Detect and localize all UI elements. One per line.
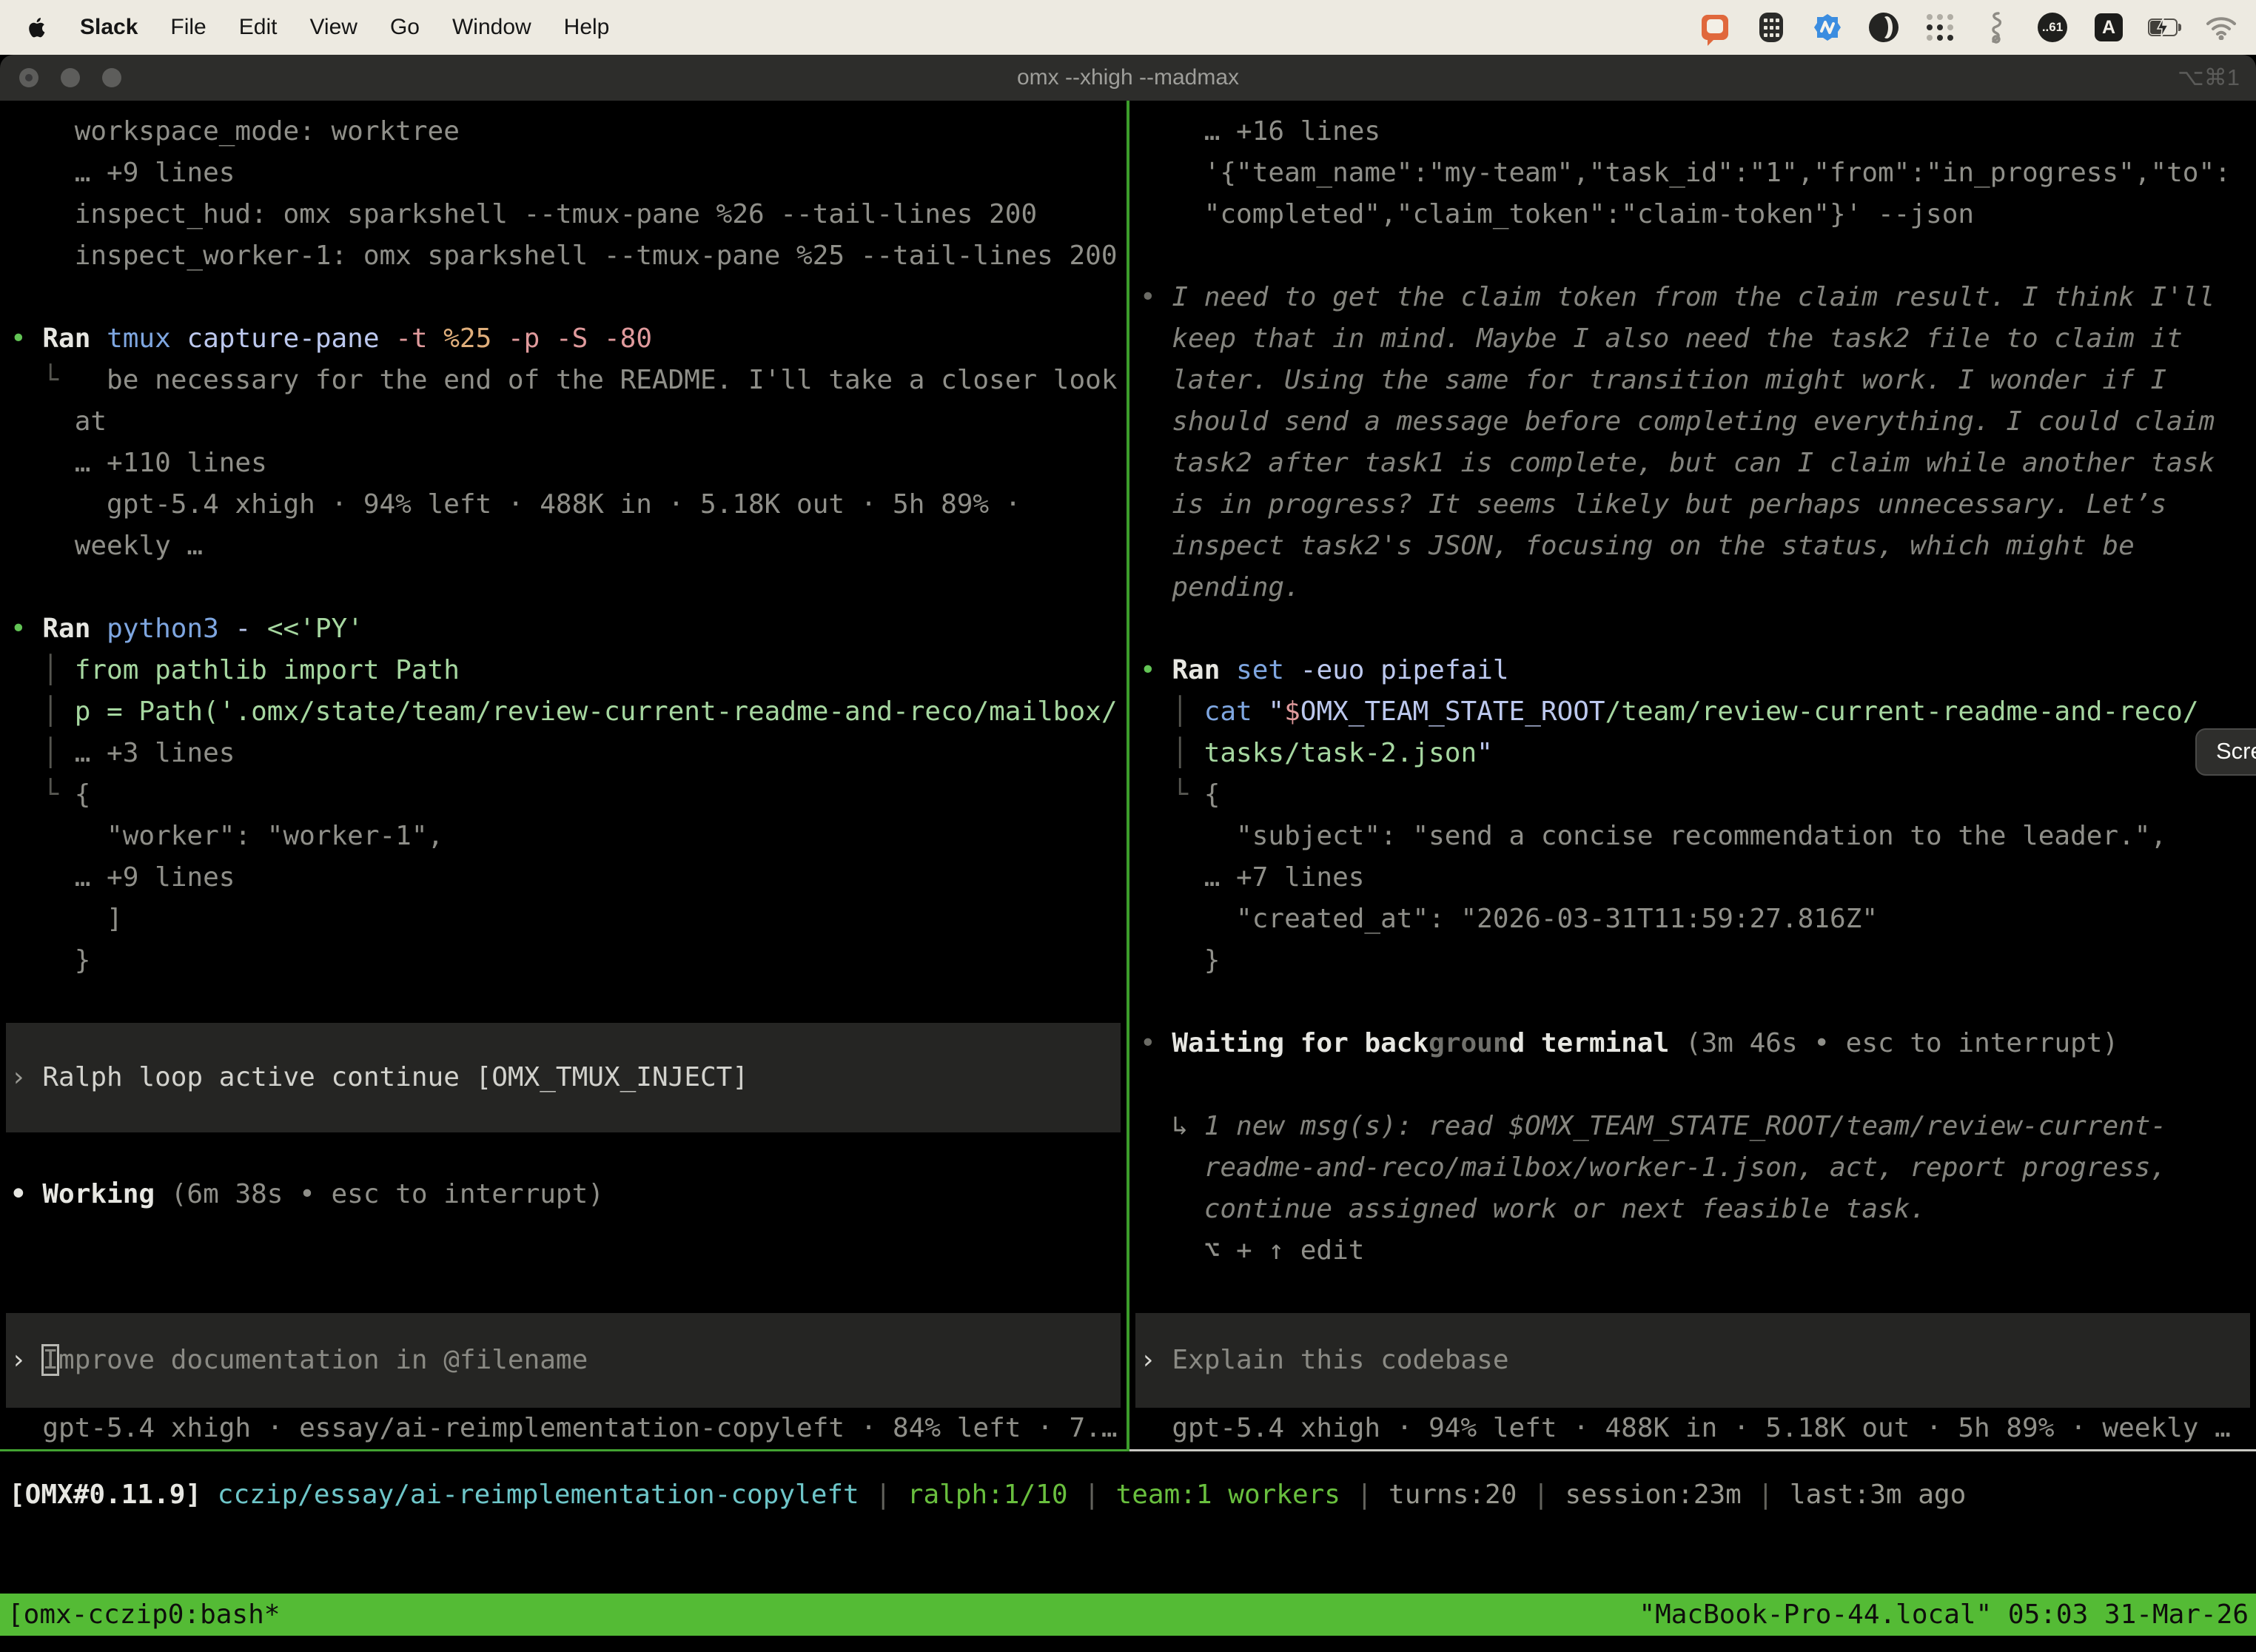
menu-item-window[interactable]: Window <box>452 15 531 40</box>
left-terminal-output: workspace_mode: worktree … +9 lines insp… <box>0 111 1127 1215</box>
terminal-row: "worker": "worker-1", <box>0 816 1127 857</box>
left-pane-status-line: gpt-5.4 xhigh · essay/ai-reimplementatio… <box>0 1408 1127 1449</box>
zoom-button[interactable] <box>102 68 121 87</box>
terminal-row: • Working (6m 38s • esc to interrupt) <box>0 1174 1127 1215</box>
wifi-icon[interactable] <box>2204 10 2238 45</box>
terminal-row: │ from pathlib import Path <box>0 650 1127 691</box>
a-square-icon[interactable]: A <box>2092 10 2126 45</box>
terminal-row: … +9 lines <box>0 857 1127 899</box>
a-square-label: A <box>2095 13 2123 41</box>
tmux-host-clock: "MacBook-Pro-44.local" 05:03 31-Mar-26 <box>1639 1594 2249 1636</box>
terminal-row <box>0 981 1127 1023</box>
right-prompt-input[interactable]: › Explain this codebase <box>1135 1313 2250 1408</box>
terminal-row: readme-and-reco/mailbox/worker-1.json, a… <box>1129 1147 2256 1189</box>
screenshot-chat-icon[interactable] <box>1698 10 1732 45</box>
terminal-row: └ { <box>1129 774 2256 816</box>
terminal-row: inspect_hud: omx sparkshell --tmux-pane … <box>0 194 1127 235</box>
terminal-row: └ { <box>0 774 1127 816</box>
left-prompt-input[interactable]: › Improve documentation in @filename <box>6 1313 1121 1408</box>
tmux-panes: workspace_mode: worktree … +9 lines insp… <box>0 101 2256 1451</box>
menu-item-view[interactable]: View <box>309 15 357 40</box>
terminal-row <box>0 567 1127 608</box>
terminal-row: "completed","claim_token":"claim-token"}… <box>1129 194 2256 235</box>
terminal-row: inspect task2's JSON, focusing on the st… <box>1129 526 2256 567</box>
dots-grid-icon[interactable] <box>1923 10 1957 45</box>
terminal-row <box>1129 608 2256 650</box>
menu-item-go[interactable]: Go <box>390 15 420 40</box>
tmux-session-name[interactable]: [omx-cczip0:bash* <box>7 1594 280 1636</box>
terminal-row: ↳ 1 new msg(s): read $OMX_TEAM_STATE_ROO… <box>1129 1106 2256 1147</box>
timer-badge-label: ..61 <box>2038 13 2067 42</box>
terminal-row: ⌥ + ↑ edit <box>1129 1230 2256 1272</box>
terminal-row: } <box>0 940 1127 981</box>
terminal-row: │ … +3 lines <box>0 733 1127 774</box>
terminal-row: continue assigned work or next feasible … <box>1129 1189 2256 1230</box>
terminal-row: task2 after task1 is complete, but can I… <box>1129 443 2256 484</box>
timer-badge-icon[interactable]: ..61 <box>2035 10 2069 45</box>
terminal-row <box>1129 235 2256 277</box>
terminal-row: } <box>1129 940 2256 981</box>
right-pane-status-line: gpt-5.4 xhigh · 94% left · 488K in · 5.1… <box>1129 1408 2256 1449</box>
terminal-row: • Ran set -euo pipefail <box>1129 650 2256 691</box>
terminal-row: gpt-5.4 xhigh · 94% left · 488K in · 5.1… <box>0 484 1127 526</box>
tmux-status-bar: [omx-cczip0:bash* "MacBook-Pro-44.local"… <box>0 1594 2256 1636</box>
terminal-row: │ tasks/task-2.json" <box>1129 733 2256 774</box>
terminal-row <box>1129 1064 2256 1106</box>
terminal-row: └ be necessary for the end of the README… <box>0 360 1127 401</box>
terminal-row: workspace_mode: worktree <box>0 111 1127 152</box>
menu-item-slack[interactable]: Slack <box>80 15 138 40</box>
terminal-window: omx --xhigh --madmax ⌥⌘1 workspace_mode:… <box>0 55 2256 1652</box>
terminal-row: │ cat "$OMX_TEAM_STATE_ROOT/team/review-… <box>1129 691 2256 733</box>
menu-item-edit[interactable]: Edit <box>239 15 278 40</box>
minimize-button[interactable] <box>61 68 80 87</box>
terminal-row: inspect_worker-1: omx sparkshell --tmux-… <box>0 235 1127 277</box>
blue-badge-icon[interactable] <box>1810 10 1844 45</box>
battery-charging-icon[interactable] <box>2148 10 2182 45</box>
terminal-row <box>0 1132 1127 1174</box>
screen: Slack File Edit View Go Window Help <box>0 0 2256 1652</box>
terminal-row: is in progress? It seems likely but perh… <box>1129 484 2256 526</box>
terminal-row: … +110 lines <box>0 443 1127 484</box>
terminal-row: • Ran tmux capture-pane -t %25 -p -S -80 <box>0 318 1127 360</box>
left-pane: workspace_mode: worktree … +9 lines insp… <box>0 101 1127 1451</box>
right-terminal-output: … +16 lines '{"team_name":"my-team","tas… <box>1129 111 2256 1272</box>
terminal-row: pending. <box>1129 567 2256 608</box>
terminal-row: later. Using the same for transition mig… <box>1129 360 2256 401</box>
squiggle-icon[interactable] <box>1979 10 2013 45</box>
window-title-bar: omx --xhigh --madmax ⌥⌘1 <box>0 55 2256 101</box>
right-pane: … +16 lines '{"team_name":"my-team","tas… <box>1129 101 2256 1451</box>
inline-box-row: › Ralph loop active continue [OMX_TMUX_I… <box>6 1023 1121 1132</box>
terminal-row: at <box>0 401 1127 443</box>
terminal-row: "created_at": "2026-03-31T11:59:27.816Z" <box>1129 899 2256 940</box>
terminal-row <box>1129 981 2256 1023</box>
close-button[interactable] <box>19 68 38 87</box>
terminal-row: … +7 lines <box>1129 857 2256 899</box>
omx-session-status-line: [OMX#0.11.9] cczip/essay/ai-reimplementa… <box>0 1451 2256 1594</box>
terminal-row: should send a message before completing … <box>1129 401 2256 443</box>
menu-item-file[interactable]: File <box>170 15 206 40</box>
terminal-row: … +16 lines <box>1129 111 2256 152</box>
terminal-row: • Waiting for background terminal (3m 46… <box>1129 1023 2256 1064</box>
terminal-row: • Ran python3 - <<'PY' <box>0 608 1127 650</box>
menu-item-help[interactable]: Help <box>564 15 610 40</box>
terminal-row: keep that in mind. Maybe I also need the… <box>1129 318 2256 360</box>
window-shortcut: ⌥⌘1 <box>2178 64 2240 91</box>
screen-tooltip: Scre <box>2195 728 2256 776</box>
terminal-row: "subject": "send a concise recommendatio… <box>1129 816 2256 857</box>
terminal-row: ] <box>0 899 1127 940</box>
terminal-row: • I need to get the claim token from the… <box>1129 277 2256 318</box>
window-title: omx --xhigh --madmax <box>1017 65 1239 90</box>
terminal-row: '{"team_name":"my-team","task_id":"1","f… <box>1129 152 2256 194</box>
crescent-circle-icon[interactable] <box>1867 10 1901 45</box>
terminal-row: │ p = Path('.omx/state/team/review-curre… <box>0 691 1127 733</box>
macos-menu-bar: Slack File Edit View Go Window Help <box>0 0 2256 55</box>
keypad-shield-icon[interactable] <box>1754 10 1788 45</box>
terminal-row <box>0 277 1127 318</box>
apple-menu-icon[interactable] <box>28 16 47 39</box>
terminal-row: weekly … <box>0 526 1127 567</box>
terminal-row: … +9 lines <box>0 152 1127 194</box>
